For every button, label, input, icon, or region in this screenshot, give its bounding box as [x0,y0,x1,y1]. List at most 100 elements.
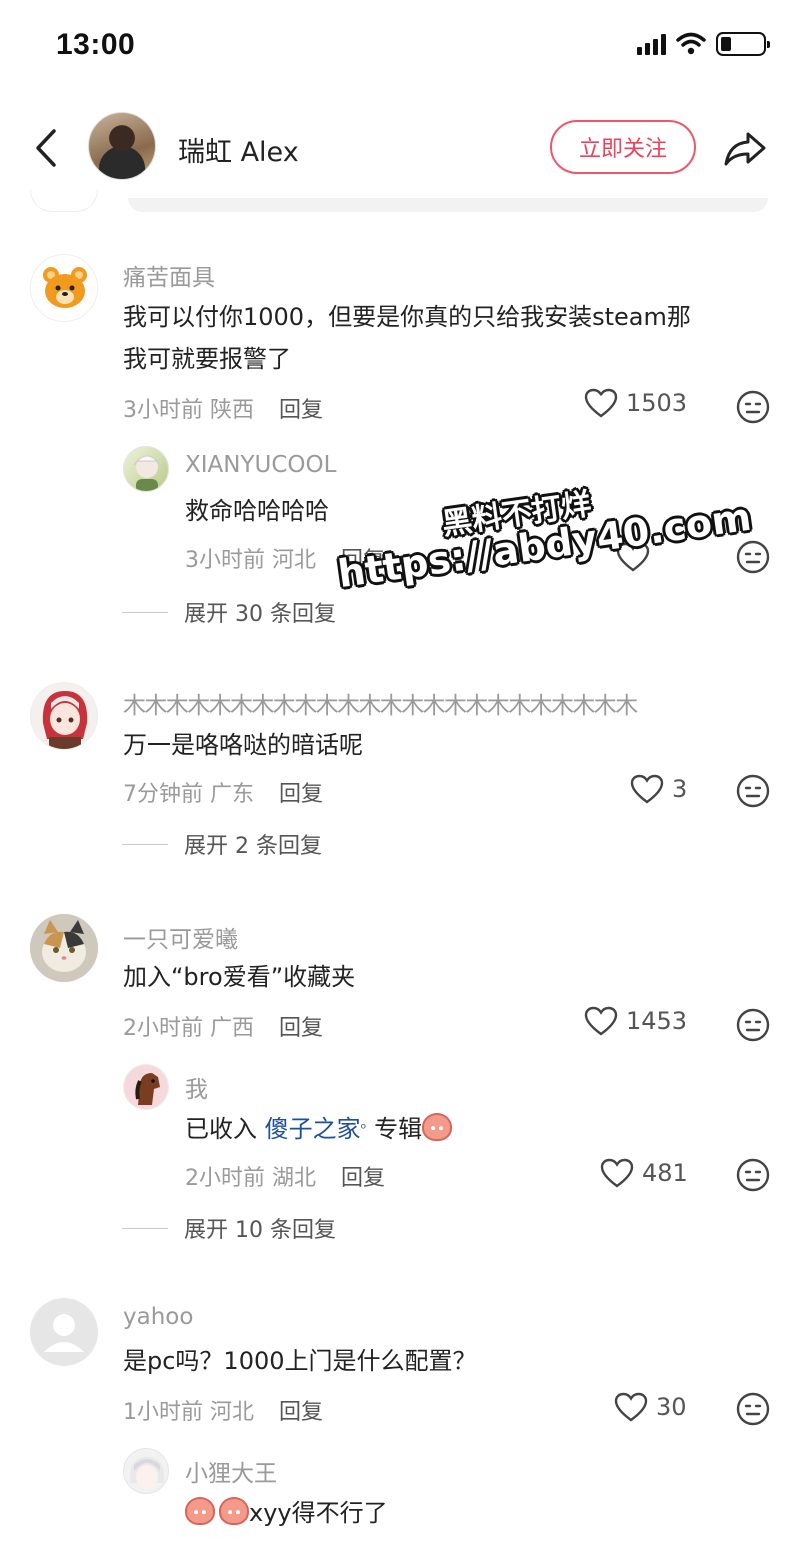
dislike-face-icon[interactable] [736,1008,770,1042]
post-header: 瑞虹 Alex 立即关注 [0,108,800,188]
avatar[interactable] [30,682,98,750]
expand-replies-button[interactable]: 展开 10 条回复 [122,1212,336,1244]
previous-avatar-edge [30,190,98,212]
peach-emoji-icon [219,1497,249,1525]
reply-button[interactable]: 回复 [279,1400,323,1425]
like-count: 3 [672,775,688,803]
reply-text: 救命哈哈哈哈 [185,497,329,525]
comment-meta: 1小时前 河北 回复 [123,1394,323,1426]
reply-text: xyy得不行了 [249,1499,388,1527]
like-button[interactable]: 481 [600,1158,688,1188]
reply-button[interactable]: 回复 [341,548,385,573]
reply-text-suffix: 专辑 [374,1115,423,1143]
reply-username[interactable]: XIANYUCOOL [185,452,336,478]
dislike-face-icon[interactable] [736,1392,770,1426]
avatar[interactable] [30,1298,98,1366]
reply-button[interactable]: 回复 [279,782,323,807]
avatar[interactable] [30,914,98,982]
reply-text: 已收入 傻子之家ᵒ 专辑 [185,1108,453,1150]
watermark-line2: https://abdy40.com [335,494,754,597]
reply-username[interactable]: 我 [185,1070,208,1104]
battery-icon [716,32,770,56]
reply-text-row: xyy得不行了 [185,1492,388,1534]
reply-avatar[interactable] [123,446,169,492]
comment-meta: 3小时前 陕西 回复 [123,392,323,424]
peach-emoji-icon [185,1497,215,1525]
default-avatar-icon [44,1314,84,1352]
wifi-icon [676,32,706,55]
watermark-overlay: 黑料不打烊 https://abdy40.com [330,457,754,596]
previous-content-edge [128,198,768,212]
search-small-icon: ᵒ [360,1121,367,1137]
comment-username[interactable]: yahoo [123,1304,193,1330]
author-avatar[interactable] [88,112,156,180]
back-arrow-icon[interactable] [32,128,62,168]
expand-replies-button[interactable]: 展开 2 条回复 [122,828,322,860]
follow-button[interactable]: 立即关注 [550,120,696,174]
reply-username[interactable]: 小狸大王 [185,1454,277,1488]
like-count: 30 [656,1393,687,1421]
reply-time: 3小时前 [185,548,265,573]
comment-text: 是pc吗？1000上门是什么配置？ [123,1347,477,1375]
like-button[interactable]: 1503 [584,388,687,418]
heart-icon[interactable] [616,542,650,572]
dislike-face-icon[interactable] [736,1158,770,1192]
comment-username[interactable]: 痛苦面具 [123,258,215,292]
comment-meta: 7分钟前 广东 回复 [123,776,323,808]
reply-meta: 2小时前 湖北 回复 [185,1160,385,1192]
heart-icon [600,1158,634,1188]
anime-avatar-icon [129,1457,165,1489]
reply-avatar[interactable] [123,1448,169,1494]
reply-time: 2小时前 [185,1166,265,1191]
comment-text: 我可以付你1000，但要是你真的只给我安装steam那 [123,303,691,331]
comment-location: 陕西 [210,398,255,423]
watermark-line1: 黑料不打烊 [440,486,594,543]
expand-label: 展开 2 条回复 [184,834,322,859]
comment-text-line2: 我可就要报警了 [123,345,291,373]
like-count: 481 [642,1159,688,1187]
reply-button[interactable]: 回复 [279,398,323,423]
reply-location: 河北 [272,548,317,573]
comment-username[interactable]: 木木木木木木木木木木木木木木木木木木木木木木木木 [123,686,638,720]
anime-avatar-icon [42,691,88,749]
reply-location: 湖北 [272,1166,317,1191]
horse-avatar-icon [135,1073,160,1105]
expand-replies-button[interactable]: 展开 30 条回复 [122,596,336,628]
like-count: 1503 [626,389,688,417]
comment-time: 7分钟前 [123,782,203,807]
reply-button[interactable]: 回复 [341,1166,385,1191]
comment-time: 1小时前 [123,1400,203,1425]
status-icons [637,32,770,56]
heart-icon [584,388,618,418]
comment-location: 广东 [210,782,255,807]
avatar[interactable] [30,254,98,322]
peach-emoji-icon [422,1113,453,1141]
dislike-face-icon[interactable] [736,390,770,424]
comment-time: 2小时前 [123,1016,203,1041]
anime-avatar-icon [133,455,161,491]
comment-text: 加入“bro爱看”收藏夹 [123,963,356,991]
reply-meta: 3小时前 河北 回复 [185,542,385,574]
like-button[interactable]: 3 [630,774,687,804]
like-button[interactable]: 30 [614,1392,687,1422]
status-time: 13:00 [56,28,136,61]
dislike-face-icon[interactable] [736,774,770,808]
dislike-face-icon[interactable] [736,540,770,574]
comment-location: 河北 [210,1400,255,1425]
comment-time: 3小时前 [123,398,203,423]
expand-divider [122,611,168,613]
like-count: 1453 [626,1007,688,1035]
bear-avatar-icon [43,267,87,308]
author-name[interactable]: 瑞虹 Alex [178,130,299,169]
heart-icon [614,1392,648,1422]
like-button[interactable]: 1453 [584,1006,687,1036]
comment-username[interactable]: 一只可爱曦 [123,920,238,954]
reply-avatar[interactable] [123,1064,169,1110]
share-icon[interactable] [722,128,768,168]
reply-button[interactable]: 回复 [279,1016,323,1041]
signal-icon [637,33,666,55]
expand-label: 展开 10 条回复 [184,1218,336,1243]
expand-divider [122,843,168,845]
album-link[interactable]: 傻子之家 [265,1115,361,1143]
heart-icon [630,774,664,804]
